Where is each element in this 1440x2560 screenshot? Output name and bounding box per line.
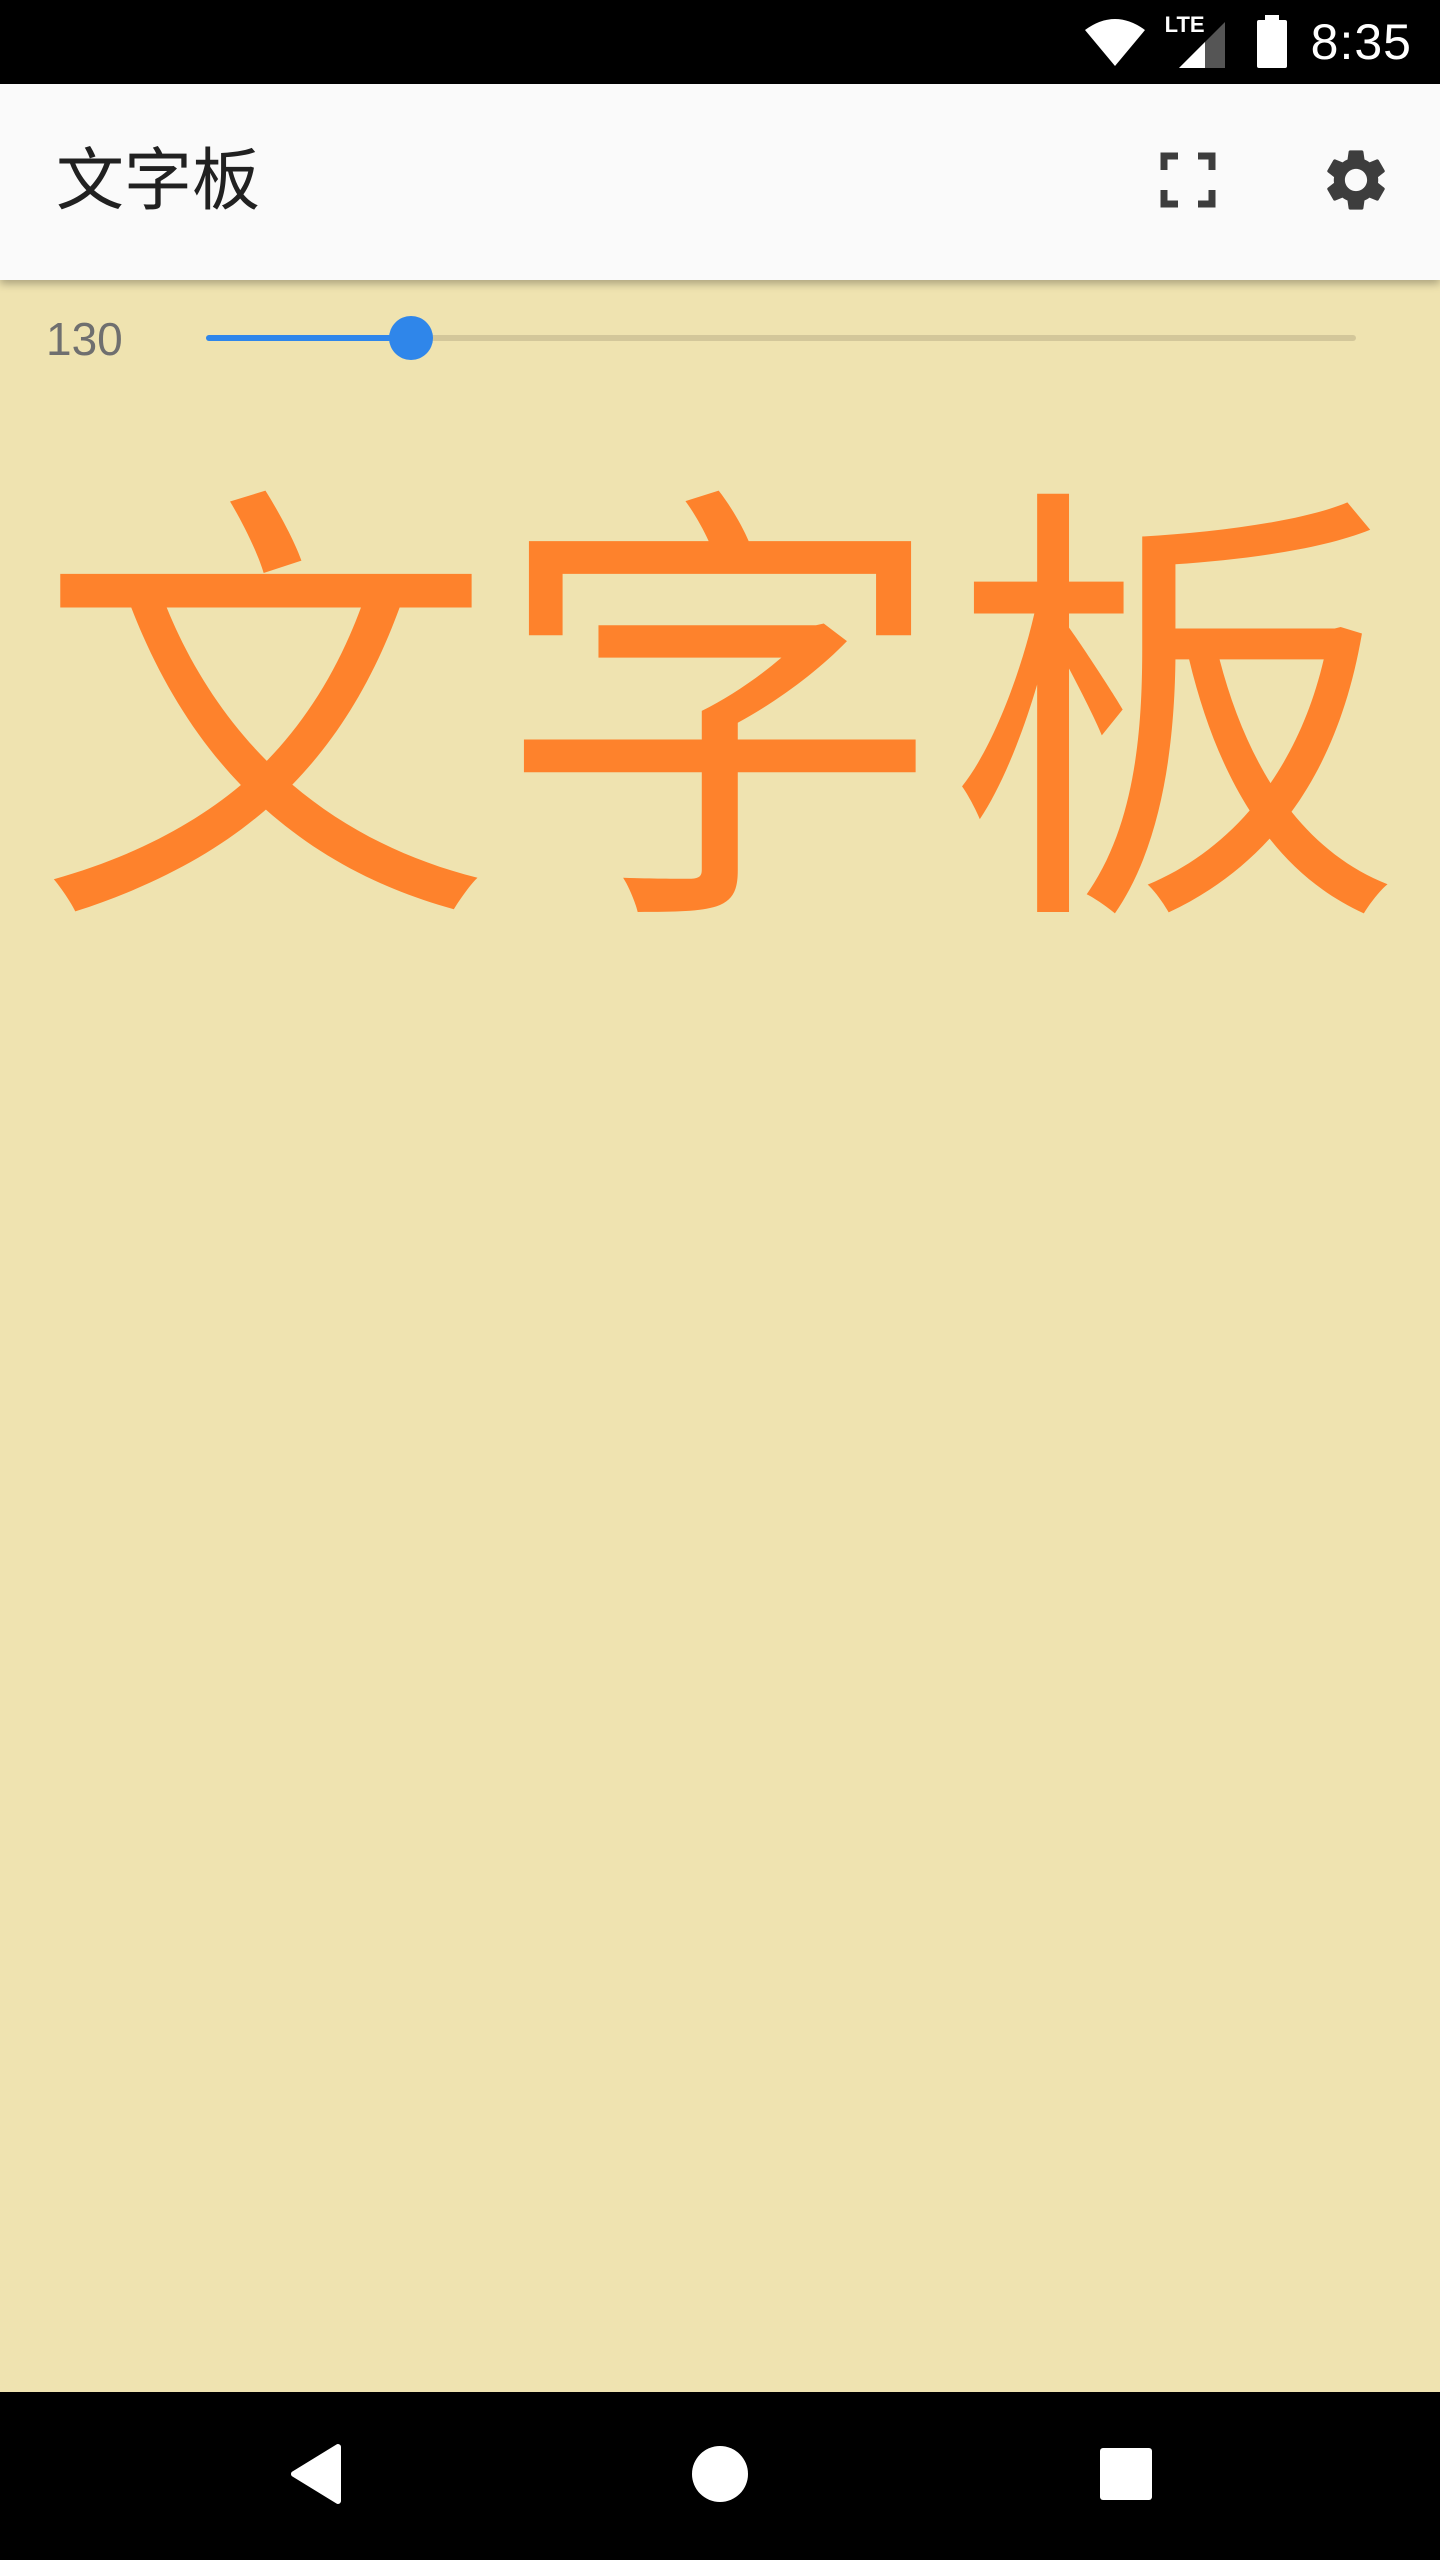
back-button[interactable] [266,2426,366,2526]
recents-icon [1098,2446,1154,2506]
battery-icon [1255,15,1289,69]
lte-label: LTE [1164,12,1205,37]
gear-icon [1319,143,1393,221]
slider-fill [206,335,411,341]
app-title: 文字板 [56,142,261,221]
home-button[interactable] [670,2426,770,2526]
status-icons: LTE 8:35 [1083,0,1412,84]
display-text: 文字板 [37,455,1403,984]
app-bar: 文字板 [0,84,1440,280]
wifi-icon [1083,16,1147,68]
fullscreen-icon [1160,152,1216,212]
status-bar: LTE 8:35 [0,0,1440,84]
slider-thumb[interactable] [389,316,433,360]
font-size-value: 130 [46,313,123,365]
recents-button[interactable] [1076,2426,1176,2526]
fullscreen-button[interactable] [1140,134,1236,230]
settings-button[interactable] [1308,134,1404,230]
home-icon [690,2444,750,2508]
font-size-slider[interactable] [206,308,1356,368]
navigation-bar [0,2392,1440,2560]
back-icon [288,2443,344,2509]
lte-signal-icon: LTE [1165,12,1233,72]
status-time: 8:35 [1310,14,1412,70]
text-board-canvas[interactable]: 130 文字板 [0,280,1440,2392]
